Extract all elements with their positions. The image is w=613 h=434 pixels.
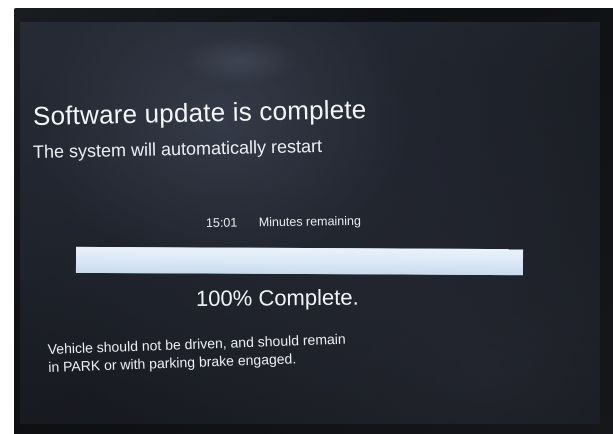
progress-bar bbox=[75, 246, 524, 276]
screen-glare bbox=[180, 36, 300, 86]
time-remaining-label: Minutes remaining bbox=[258, 213, 361, 230]
photo-frame: Software update is complete The system w… bbox=[0, 0, 613, 434]
progress-percent-label: 100% Complete. bbox=[195, 284, 359, 311]
time-remaining-value: 15:01 bbox=[205, 215, 238, 230]
time-remaining-row: 15:01 Minutes remaining bbox=[206, 214, 361, 230]
progress-bar-fill bbox=[75, 246, 524, 276]
